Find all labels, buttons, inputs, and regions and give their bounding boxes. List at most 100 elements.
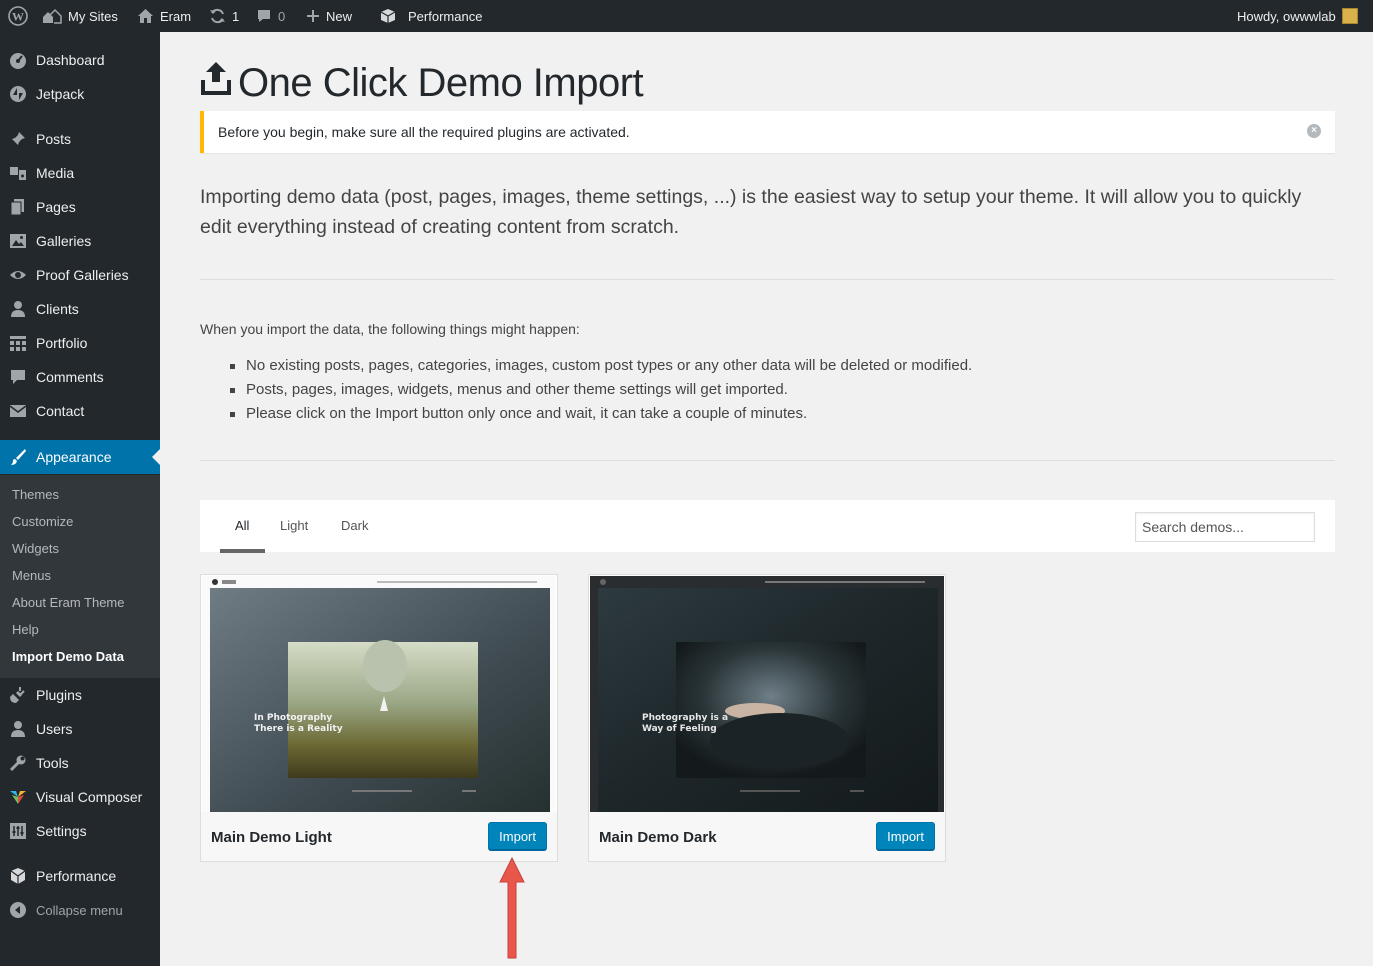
comment-bubble-icon [256,8,272,24]
wrench-icon [9,754,27,772]
dashboard-icon [9,51,27,69]
annotation-arrow-icon [498,854,526,966]
sidebar-item-label: Visual Composer [36,789,143,805]
comments-menu[interactable]: 0 [256,0,285,32]
comments-count: 0 [278,8,286,24]
submenu-item-import-demo-data[interactable]: Import Demo Data [12,649,124,664]
info-list: No existing posts, pages, categories, im… [230,354,972,426]
sidebar-item-comments[interactable]: Comments [0,360,160,394]
submenu-item-customize[interactable]: Customize [12,514,73,529]
sidebar-item-label: Pages [36,199,76,215]
sidebar-item-appearance[interactable]: Appearance [0,440,160,474]
upload-icon [200,60,232,106]
sidebar-item-portfolio[interactable]: Portfolio [0,326,160,360]
demo-card-light: In Photography There is a Reality Main D… [200,574,558,862]
site-name-menu[interactable]: Eram [137,0,191,32]
submenu-item-menus[interactable]: Menus [12,568,51,583]
demo-thumbnail-light[interactable]: In Photography There is a Reality [202,576,556,812]
image-icon [9,232,27,250]
sidebar-item-label: Media [36,165,75,181]
active-tab-indicator [220,549,265,553]
media-icon [9,164,27,182]
demo-card-footer: Main Demo Dark Import [589,812,945,861]
submenu-item-themes[interactable]: Themes [12,487,59,502]
sidebar-item-clients[interactable]: Clients [0,292,160,326]
performance-icon [379,8,397,24]
sidebar-item-performance[interactable]: Performance [0,859,160,893]
sidebar-item-label: Comments [36,369,104,385]
sidebar-item-label: Settings [36,823,87,839]
sidebar-item-jetpack[interactable]: Jetpack [0,77,160,111]
avatar [1341,8,1358,24]
demo-name: Main Demo Dark [599,829,717,846]
collapse-icon [9,901,27,919]
submenu-item-widgets[interactable]: Widgets [12,541,59,556]
sidebar-item-label: Portfolio [36,335,88,351]
sidebar-item-pages[interactable]: Pages [0,190,160,224]
sidebar-item-label: Appearance [36,449,112,465]
sidebar-item-users[interactable]: Users [0,712,160,746]
sidebar-item-tools[interactable]: Tools [0,746,160,780]
grid-icon [9,334,27,352]
sidebar-item-label: Dashboard [36,52,105,68]
filter-tab-light[interactable]: Light [280,518,308,533]
sidebar-item-label: Users [36,721,73,737]
performance-menu[interactable]: Performance [379,0,482,32]
sidebar-item-label: Clients [36,301,79,317]
sidebar-item-dashboard[interactable]: Dashboard [0,43,160,77]
thumb-caption-line: There is a Reality [254,724,343,734]
updates-count: 1 [232,8,240,24]
sidebar-item-label: Performance [36,868,117,884]
dismiss-icon[interactable]: × [1307,124,1321,138]
sidebar-item-plugins[interactable]: Plugins [0,678,160,712]
wordpress-logo-icon[interactable]: W [8,0,28,32]
sidebar-item-label: Proof Galleries [36,267,129,283]
filter-tab-all[interactable]: All [235,518,249,533]
notice-text: Before you begin, make sure all the requ… [218,124,630,140]
updates-menu[interactable]: 1 [209,0,239,32]
sidebar-item-contact[interactable]: Contact [0,394,160,428]
user-icon [9,300,27,318]
filter-tab-dark[interactable]: Dark [341,518,368,533]
sidebar-item-media[interactable]: Media [0,156,160,190]
intro-text: Importing demo data (post, pages, images… [200,186,1302,238]
plugins-notice: Before you begin, make sure all the requ… [200,111,1335,153]
sidebar-item-label: Posts [36,131,72,147]
admin-sidebar: Dashboard Jetpack Posts Media Pages Gall… [0,32,160,966]
home-icon [137,8,154,24]
comment-icon [9,368,27,386]
collapse-menu-button[interactable]: Collapse menu [0,893,160,927]
howdy-label: Howdy, owwwlab [1237,8,1336,24]
demo-thumbnail-dark[interactable]: Photography is a Way of Feeling [590,576,944,812]
import-dark-button[interactable]: Import [876,822,935,850]
mail-icon [9,402,27,420]
sidebar-item-label: Jetpack [36,86,85,102]
updates-icon [209,8,226,24]
sidebar-item-settings[interactable]: Settings [0,814,160,848]
sidebar-item-posts[interactable]: Posts [0,122,160,156]
sidebar-item-label: Galleries [36,233,92,249]
search-demos-input[interactable] [1135,512,1315,542]
site-name-label: Eram [160,8,192,24]
demo-card-dark: Photography is a Way of Feeling Main Dem… [588,574,946,862]
thumb-caption-line: In Photography [254,713,332,723]
performance-icon [9,867,27,885]
list-item: No existing posts, pages, categories, im… [230,354,972,378]
thumb-caption-line: Photography is a [642,713,728,723]
sidebar-item-visual-composer[interactable]: Visual Composer [0,780,160,814]
sidebar-item-label: Plugins [36,687,82,703]
submenu-item-about-eram-theme[interactable]: About Eram Theme [12,595,124,610]
new-content-menu[interactable]: New [306,0,352,32]
sidebar-item-galleries[interactable]: Galleries [0,224,160,258]
user-account-menu[interactable]: Howdy, owwwlab [1237,0,1358,32]
jetpack-icon [9,85,27,103]
list-item: Posts, pages, images, widgets, menus and… [230,378,972,402]
submenu-item-help[interactable]: Help [12,622,39,637]
eye-icon [9,266,27,284]
appearance-submenu: Themes Customize Widgets Menus About Era… [0,475,160,678]
page-title-text: One Click Demo Import [238,60,644,105]
plus-icon [306,9,320,23]
sidebar-item-proof-galleries[interactable]: Proof Galleries [0,258,160,292]
import-light-button[interactable]: Import [488,822,547,850]
my-sites-menu[interactable]: My Sites [42,0,118,32]
